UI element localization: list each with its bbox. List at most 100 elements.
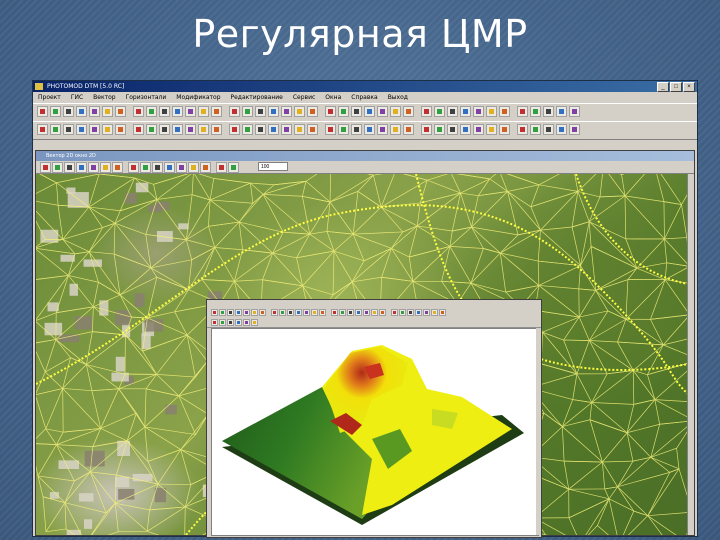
main-tool-button[interactable] <box>115 106 126 117</box>
dem-tool-button[interactable] <box>415 309 422 316</box>
secondary-tool-button[interactable] <box>460 124 471 135</box>
dem-tool-button[interactable] <box>355 309 362 316</box>
close-button[interactable]: × <box>683 82 695 92</box>
dem-tool-button[interactable] <box>391 309 398 316</box>
secondary-tool-button[interactable] <box>281 124 292 135</box>
secondary-tool-button[interactable] <box>403 124 414 135</box>
menu-modifier[interactable]: Модификатор <box>171 92 225 103</box>
main-tool-button[interactable] <box>530 106 541 117</box>
secondary-tool-button[interactable] <box>37 124 48 135</box>
dem-tool-button[interactable] <box>243 309 250 316</box>
secondary-tool-button[interactable] <box>242 124 253 135</box>
secondary-tool-button[interactable] <box>115 124 126 135</box>
menu-edit[interactable]: Редактирование <box>226 92 288 103</box>
main-tool-button[interactable] <box>294 106 305 117</box>
vector-tool-button[interactable] <box>228 162 239 173</box>
dem-tool-button[interactable] <box>235 309 242 316</box>
secondary-tool-button[interactable] <box>556 124 567 135</box>
secondary-tool-button[interactable] <box>351 124 362 135</box>
dem-tool-button[interactable] <box>331 309 338 316</box>
secondary-tool-button[interactable] <box>76 124 87 135</box>
dem-scrollbar[interactable] <box>536 328 541 535</box>
main-tool-button[interactable] <box>307 106 318 117</box>
main-tool-button[interactable] <box>281 106 292 117</box>
vector-tool-button[interactable] <box>128 162 139 173</box>
main-tool-button[interactable] <box>460 106 471 117</box>
main-tool-button[interactable] <box>403 106 414 117</box>
secondary-tool-button[interactable] <box>434 124 445 135</box>
secondary-tool-button[interactable] <box>325 124 336 135</box>
secondary-tool-button[interactable] <box>473 124 484 135</box>
main-tool-button[interactable] <box>229 106 240 117</box>
dem-tool-button[interactable] <box>423 309 430 316</box>
dem-3d-view[interactable] <box>211 328 539 536</box>
menu-vector[interactable]: Вектор <box>88 92 120 103</box>
vector-tool-button[interactable] <box>112 162 123 173</box>
secondary-tool-button[interactable] <box>530 124 541 135</box>
dem-view-tool-button[interactable] <box>211 319 218 326</box>
dem-tool-button[interactable] <box>439 309 446 316</box>
main-tool-button[interactable] <box>172 106 183 117</box>
app-titlebar[interactable]: PHOTOMOD DTM [5.0 RC] _ □ × <box>33 81 697 92</box>
maximize-button[interactable]: □ <box>670 82 682 92</box>
vector-tool-button[interactable] <box>164 162 175 173</box>
secondary-tool-button[interactable] <box>63 124 74 135</box>
main-tool-button[interactable] <box>517 106 528 117</box>
main-tool-button[interactable] <box>499 106 510 117</box>
dem-tool-button[interactable] <box>279 309 286 316</box>
menu-service[interactable]: Сервис <box>288 92 320 103</box>
main-tool-button[interactable] <box>569 106 580 117</box>
secondary-tool-button[interactable] <box>255 124 266 135</box>
main-tool-button[interactable] <box>364 106 375 117</box>
dem-tool-button[interactable] <box>295 309 302 316</box>
menu-contours[interactable]: Горизонтали <box>121 92 172 103</box>
vector-tool-button[interactable] <box>140 162 151 173</box>
dem-tool-button[interactable] <box>347 309 354 316</box>
vector-tool-button[interactable] <box>176 162 187 173</box>
main-tool-button[interactable] <box>76 106 87 117</box>
dem-tool-button[interactable] <box>287 309 294 316</box>
main-tool-button[interactable] <box>37 106 48 117</box>
dem-tool-button[interactable] <box>339 309 346 316</box>
main-tool-button[interactable] <box>351 106 362 117</box>
dem-tool-button[interactable] <box>407 309 414 316</box>
main-tool-button[interactable] <box>377 106 388 117</box>
secondary-tool-button[interactable] <box>172 124 183 135</box>
main-tool-button[interactable] <box>421 106 432 117</box>
vector-tool-button[interactable] <box>100 162 111 173</box>
main-tool-button[interactable] <box>338 106 349 117</box>
secondary-tool-button[interactable] <box>89 124 100 135</box>
main-tool-button[interactable] <box>255 106 266 117</box>
main-tool-button[interactable] <box>473 106 484 117</box>
vector-tool-button[interactable] <box>88 162 99 173</box>
vertical-scrollbar[interactable] <box>687 174 694 535</box>
secondary-tool-button[interactable] <box>198 124 209 135</box>
dem-tool-button[interactable] <box>379 309 386 316</box>
menu-gis[interactable]: ГИС <box>66 92 88 103</box>
dem-tool-button[interactable] <box>219 309 226 316</box>
main-tool-button[interactable] <box>268 106 279 117</box>
secondary-tool-button[interactable] <box>447 124 458 135</box>
secondary-tool-button[interactable] <box>211 124 222 135</box>
secondary-tool-button[interactable] <box>185 124 196 135</box>
secondary-tool-button[interactable] <box>102 124 113 135</box>
secondary-tool-button[interactable] <box>338 124 349 135</box>
menu-help[interactable]: Справка <box>346 92 382 103</box>
dem-tool-button[interactable] <box>399 309 406 316</box>
dem-tool-button[interactable] <box>259 309 266 316</box>
secondary-tool-button[interactable] <box>543 124 554 135</box>
main-tool-button[interactable] <box>102 106 113 117</box>
secondary-tool-button[interactable] <box>307 124 318 135</box>
dem-tool-button[interactable] <box>271 309 278 316</box>
vector-tool-button[interactable] <box>216 162 227 173</box>
menu-exit[interactable]: Выход <box>383 92 413 103</box>
main-tool-button[interactable] <box>198 106 209 117</box>
minimize-button[interactable]: _ <box>657 82 669 92</box>
dem-tool-button[interactable] <box>227 309 234 316</box>
main-tool-button[interactable] <box>543 106 554 117</box>
vector-tool-button[interactable] <box>52 162 63 173</box>
secondary-tool-button[interactable] <box>294 124 305 135</box>
secondary-tool-button[interactable] <box>517 124 528 135</box>
main-tool-button[interactable] <box>434 106 445 117</box>
main-tool-button[interactable] <box>185 106 196 117</box>
